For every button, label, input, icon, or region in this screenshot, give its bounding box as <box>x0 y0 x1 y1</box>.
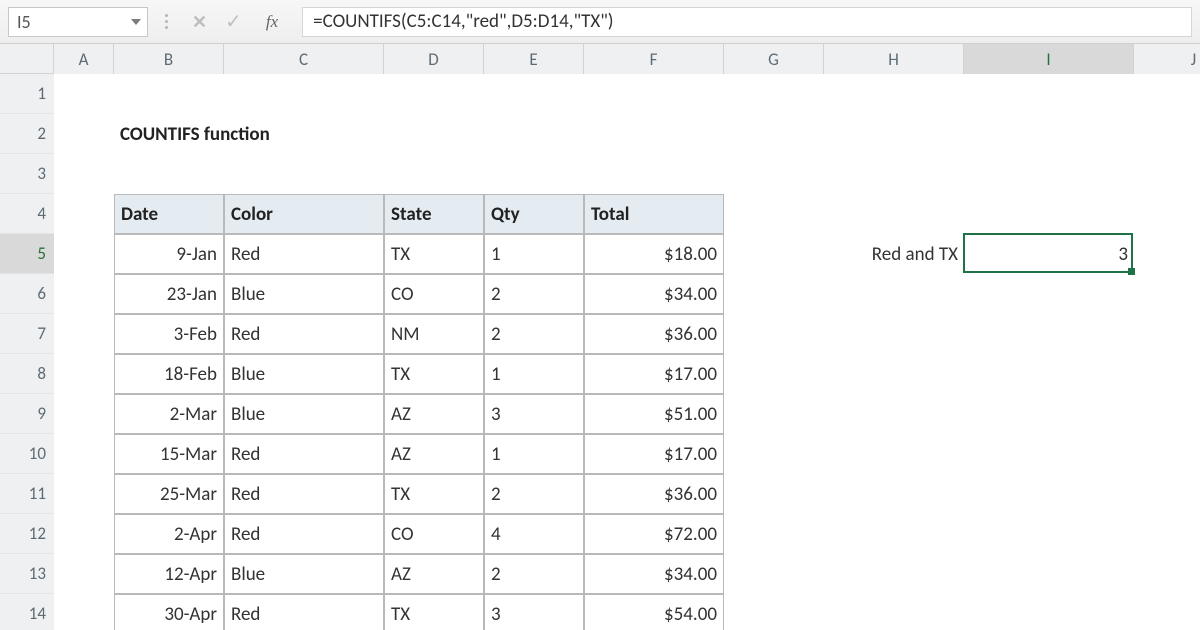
table-cell[interactable]: CO <box>384 274 484 314</box>
table-cell[interactable]: TX <box>384 354 484 394</box>
table-header-total[interactable]: Total <box>584 194 724 234</box>
row-header-11[interactable]: 11 <box>0 474 54 514</box>
table-cell[interactable]: $17.00 <box>584 434 724 474</box>
chevron-down-icon[interactable] <box>131 19 141 25</box>
row-header-13[interactable]: 13 <box>0 554 54 594</box>
table-cell[interactable]: $34.00 <box>584 274 724 314</box>
col-header-A[interactable]: A <box>54 44 114 74</box>
table-header-state[interactable]: State <box>384 194 484 234</box>
col-header-I[interactable]: I <box>964 44 1134 74</box>
table-cell[interactable]: Red <box>224 434 384 474</box>
row-header-9[interactable]: 9 <box>0 394 54 434</box>
table-header-date[interactable]: Date <box>114 194 224 234</box>
separator-dots <box>158 10 174 34</box>
formula-input[interactable]: =COUNTIFS(C5:C14,"red",D5:D14,"TX") <box>302 7 1192 37</box>
table-cell[interactable]: 9-Jan <box>114 234 224 274</box>
row-header-14[interactable]: 14 <box>0 594 54 630</box>
col-header-F[interactable]: F <box>584 44 724 74</box>
name-box[interactable]: I5 <box>8 7 148 37</box>
row-header-2[interactable]: 2 <box>0 114 54 154</box>
table-cell[interactable]: AZ <box>384 554 484 594</box>
table-header-qty[interactable]: Qty <box>484 194 584 234</box>
column-headers: ABCDEFGHIJ <box>54 44 1200 74</box>
row-header-10[interactable]: 10 <box>0 434 54 474</box>
col-header-E[interactable]: E <box>484 44 584 74</box>
table-cell[interactable]: 30-Apr <box>114 594 224 630</box>
row-header-8[interactable]: 8 <box>0 354 54 394</box>
table-cell[interactable]: $54.00 <box>584 594 724 630</box>
formula-text: =COUNTIFS(C5:C14,"red",D5:D14,"TX") <box>313 10 613 33</box>
table-cell[interactable]: 2 <box>484 274 584 314</box>
table-cell[interactable]: 12-Apr <box>114 554 224 594</box>
table-cell[interactable]: $36.00 <box>584 314 724 354</box>
table-cell[interactable]: NM <box>384 314 484 354</box>
table-cell[interactable]: Red <box>224 314 384 354</box>
table-cell[interactable]: TX <box>384 594 484 630</box>
formula-bar-buttons: ✕ ✓ fx <box>184 9 292 34</box>
table-cell[interactable]: 1 <box>484 234 584 274</box>
table-cell[interactable]: 3 <box>484 394 584 434</box>
table-cell[interactable]: Blue <box>224 554 384 594</box>
cancel-icon[interactable]: ✕ <box>192 11 207 33</box>
table-cell[interactable]: 23-Jan <box>114 274 224 314</box>
table-cell[interactable]: 2 <box>484 554 584 594</box>
table-cell[interactable]: $72.00 <box>584 514 724 554</box>
fx-icon[interactable]: fx <box>260 12 284 32</box>
confirm-icon[interactable]: ✓ <box>225 9 242 34</box>
table-cell[interactable]: $18.00 <box>584 234 724 274</box>
table-cell[interactable]: 2 <box>484 474 584 514</box>
table-cell[interactable]: 25-Mar <box>114 474 224 514</box>
table-cell[interactable]: Red <box>224 594 384 630</box>
row-header-7[interactable]: 7 <box>0 314 54 354</box>
table-cell[interactable]: 4 <box>484 514 584 554</box>
col-header-D[interactable]: D <box>384 44 484 74</box>
table-cell[interactable]: 1 <box>484 354 584 394</box>
table-cell[interactable]: Blue <box>224 354 384 394</box>
col-header-G[interactable]: G <box>724 44 824 74</box>
table-cell[interactable]: CO <box>384 514 484 554</box>
col-header-J[interactable]: J <box>1134 44 1200 74</box>
formula-bar: I5 ✕ ✓ fx =COUNTIFS(C5:C14,"red",D5:D14,… <box>0 0 1200 44</box>
col-header-H[interactable]: H <box>824 44 964 74</box>
table-cell[interactable]: 1 <box>484 434 584 474</box>
table-cell[interactable]: 3-Feb <box>114 314 224 354</box>
table-cell[interactable]: 3 <box>484 594 584 630</box>
row-header-5[interactable]: 5 <box>0 234 54 274</box>
table-cell[interactable]: Blue <box>224 274 384 314</box>
result-label[interactable]: Red and TX <box>824 234 964 274</box>
table-cell[interactable]: 2-Mar <box>114 394 224 434</box>
table-cell[interactable]: $36.00 <box>584 474 724 514</box>
name-box-value: I5 <box>17 11 31 33</box>
row-header-12[interactable]: 12 <box>0 514 54 554</box>
row-header-4[interactable]: 4 <box>0 194 54 234</box>
row-header-6[interactable]: 6 <box>0 274 54 314</box>
table-cell[interactable]: $17.00 <box>584 354 724 394</box>
table-cell[interactable]: Red <box>224 474 384 514</box>
table-cell[interactable]: TX <box>384 234 484 274</box>
spreadsheet-grid[interactable]: ABCDEFGHIJ 1234567891011121314 COUNTIFS … <box>0 44 1200 630</box>
table-cell[interactable]: Blue <box>224 394 384 434</box>
table-cell[interactable]: $51.00 <box>584 394 724 434</box>
table-cell[interactable]: 18-Feb <box>114 354 224 394</box>
table-cell[interactable]: Red <box>224 514 384 554</box>
table-cell[interactable]: Red <box>224 234 384 274</box>
select-all-corner[interactable] <box>0 44 54 74</box>
table-header-color[interactable]: Color <box>224 194 384 234</box>
col-header-B[interactable]: B <box>114 44 224 74</box>
row-header-1[interactable]: 1 <box>0 74 54 114</box>
table-cell[interactable]: TX <box>384 474 484 514</box>
table-cell[interactable]: 15-Mar <box>114 434 224 474</box>
table-cell[interactable]: $34.00 <box>584 554 724 594</box>
table-cell[interactable]: AZ <box>384 394 484 434</box>
col-header-C[interactable]: C <box>224 44 384 74</box>
result-value[interactable]: 3 <box>964 234 1134 274</box>
table-cell[interactable]: 2 <box>484 314 584 354</box>
table-cell[interactable]: AZ <box>384 434 484 474</box>
page-title[interactable]: COUNTIFS function <box>114 114 514 154</box>
table-cell[interactable]: 2-Apr <box>114 514 224 554</box>
row-header-3[interactable]: 3 <box>0 154 54 194</box>
row-headers: 1234567891011121314 <box>0 74 54 630</box>
